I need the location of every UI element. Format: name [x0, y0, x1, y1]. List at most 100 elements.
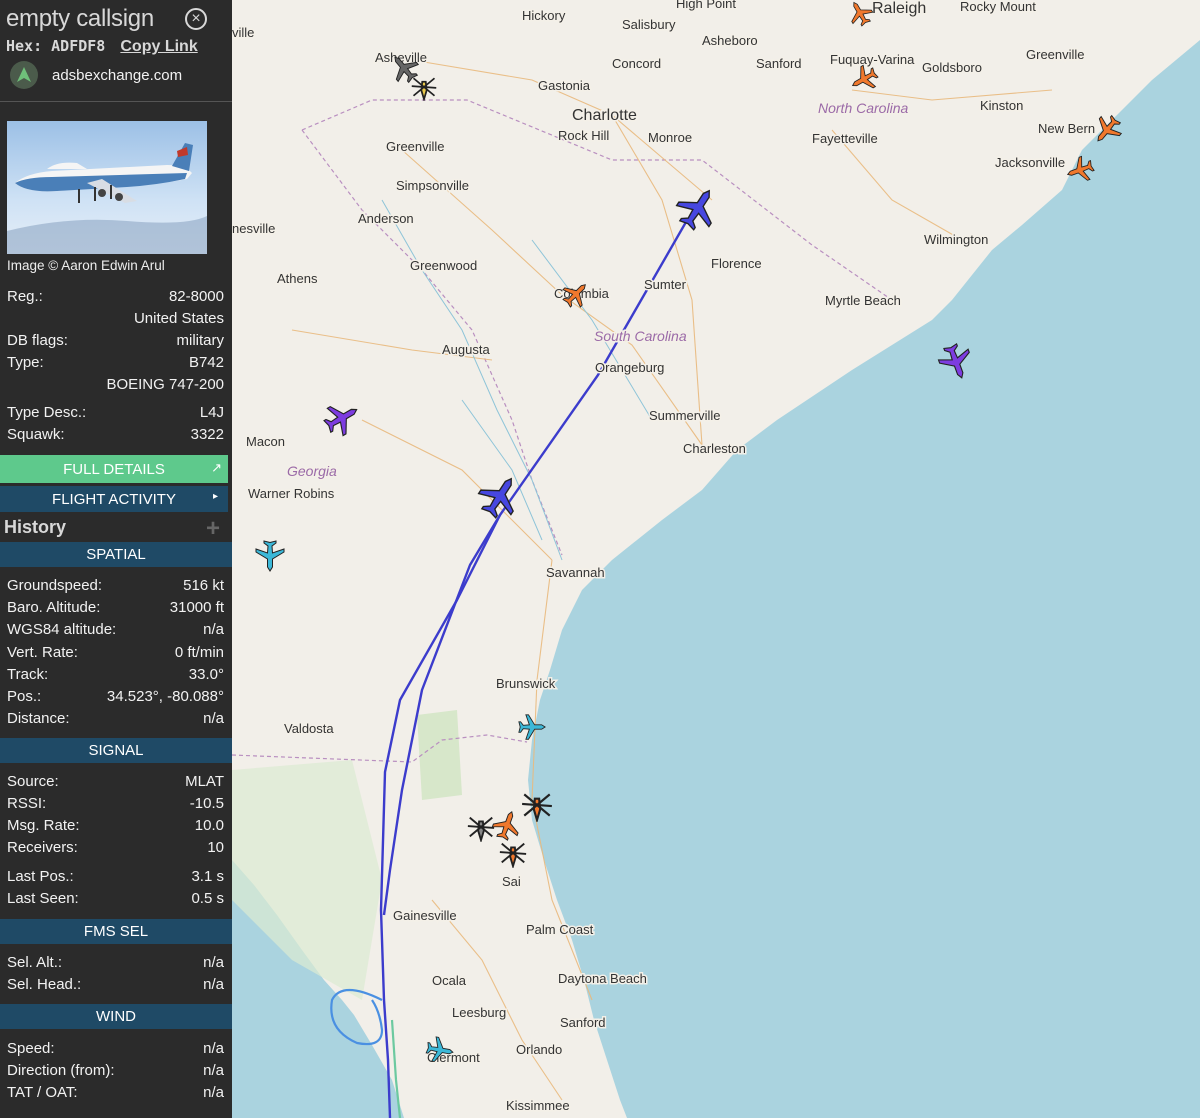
- city-myrtle-beach: Myrtle Beach: [825, 293, 901, 308]
- details-value: L4J: [199, 404, 224, 421]
- signal-value: 10: [207, 839, 224, 856]
- city-greenwood: Greenwood: [410, 258, 477, 273]
- wind-row: TAT / OAT: n/a: [7, 1084, 224, 1104]
- aircraft-photo[interactable]: [7, 121, 207, 254]
- signal-value: 10.0: [194, 817, 224, 834]
- city-fayetteville: Fayetteville: [812, 131, 878, 146]
- spatial-value: n/a: [203, 621, 224, 639]
- external-link-icon: ↗: [211, 460, 222, 475]
- close-button[interactable]: ×: [185, 8, 207, 30]
- hex-value: ADFDF8: [51, 37, 106, 55]
- city-gastonia: Gastonia: [538, 78, 591, 93]
- details-value: military: [176, 332, 225, 349]
- full-details-button[interactable]: FULL DETAILS ↗: [0, 455, 228, 483]
- aircraft-info-sidebar: empty callsign × Hex: ADFDF8 Copy Link a…: [0, 0, 232, 1118]
- city-greenville-sc: Greenville: [386, 139, 445, 154]
- state-georgia: Georgia: [287, 463, 337, 479]
- city-leesburg: Leesburg: [452, 1005, 506, 1020]
- fms-label: Sel. Alt.:: [7, 954, 63, 971]
- city-orlando: Orlando: [516, 1042, 562, 1057]
- map-view[interactable]: Hickory High Point Raleigh Rocky Mount S…: [232, 0, 1200, 1118]
- source-site-label: adsbexchange.com: [52, 66, 183, 84]
- signal-value: 0.5 s: [191, 890, 224, 907]
- details-label: DB flags:: [7, 332, 68, 349]
- photo-credit: Image © Aaron Edwin Arul: [7, 258, 165, 273]
- city-raleigh: Raleigh: [872, 0, 926, 17]
- wind-label: Speed:: [7, 1040, 55, 1057]
- city-sanford-fl: Sanford: [560, 1015, 606, 1030]
- city-ocala: Ocala: [432, 973, 467, 988]
- copy-link-button[interactable]: Copy Link: [120, 38, 197, 55]
- details-label: Reg.:: [7, 288, 43, 305]
- city-asheboro: Asheboro: [702, 33, 758, 48]
- source-link[interactable]: adsbexchange.com: [10, 61, 182, 89]
- spatial-label: Pos.:: [7, 688, 42, 705]
- spatial-value: 33.0°: [188, 665, 224, 683]
- spatial-label: WGS84 altitude:: [7, 621, 117, 639]
- city-partial-west: ville: [232, 25, 254, 40]
- city-charlotte: Charlotte: [572, 107, 637, 124]
- hex-label: Hex:: [6, 37, 43, 55]
- details-row: Type Desc.: L4J: [7, 404, 224, 424]
- fms-row: Sel. Alt.: n/a: [7, 954, 224, 974]
- spatial-label: Groundspeed:: [7, 577, 103, 594]
- city-sanford-nc: Sanford: [756, 56, 802, 71]
- city-charleston: Charleston: [683, 441, 746, 456]
- spatial-row: Baro. Altitude: 31000 ft: [7, 599, 224, 619]
- signal-row: RSSI: -10.5: [7, 795, 224, 815]
- fms-label: Sel. Head.:: [7, 976, 82, 993]
- signal-row: Last Seen: 0.5 s: [7, 890, 224, 910]
- spatial-row: Vert. Rate: 0 ft/min: [7, 644, 224, 664]
- wind-value: n/a: [203, 1062, 224, 1079]
- city-fuquay-varina: Fuquay-Varina: [830, 52, 915, 67]
- wind-section-header: WIND: [0, 1004, 232, 1029]
- details-value: 82-8000: [168, 288, 224, 305]
- city-rocky-mount: Rocky Mount: [960, 0, 1036, 14]
- details-value: 3322: [190, 426, 224, 443]
- signal-value: 3.1 s: [191, 868, 224, 885]
- spatial-value: 31000 ft: [169, 599, 224, 617]
- details-row: BOEING 747-200: [7, 376, 224, 396]
- spatial-value: 34.523°, -80.088°: [106, 688, 224, 705]
- details-label: Type Desc.:: [7, 404, 87, 421]
- details-label: Type:: [7, 354, 44, 371]
- details-row: United States: [7, 310, 224, 330]
- city-kinston: Kinston: [980, 98, 1023, 113]
- city-valdosta: Valdosta: [284, 721, 334, 736]
- spatial-row: Distance: n/a: [7, 710, 224, 730]
- city-palm-coast: Palm Coast: [526, 922, 594, 937]
- history-expand-icon[interactable]: +: [206, 515, 220, 543]
- city-wilmington: Wilmington: [924, 232, 988, 247]
- fms-value: n/a: [203, 954, 224, 971]
- city-jacksonville-nc: Jacksonville: [995, 155, 1065, 170]
- city-monroe: Monroe: [648, 130, 692, 145]
- fms-value: n/a: [203, 976, 224, 993]
- forest-patch: [417, 710, 462, 800]
- city-augusta: Augusta: [442, 342, 490, 357]
- city-greenville-nc: Greenville: [1026, 47, 1085, 62]
- spatial-row: Pos.: 34.523°, -80.088°: [7, 688, 224, 708]
- flight-activity-label: FLIGHT ACTIVITY: [52, 490, 176, 508]
- signal-value: MLAT: [185, 773, 224, 790]
- flight-activity-button[interactable]: FLIGHT ACTIVITY ▸: [0, 486, 228, 512]
- city-gainesville: Gainesville: [393, 908, 457, 923]
- city-hickory: Hickory: [522, 8, 566, 23]
- signal-value: -10.5: [189, 795, 224, 812]
- fms-section-header: FMS SEL: [0, 919, 232, 944]
- signal-label: RSSI:: [7, 795, 47, 812]
- city-daytona-beach: Daytona Beach: [558, 971, 647, 986]
- details-row: Reg.: 82-8000: [7, 288, 224, 308]
- signal-row: Last Pos.: 3.1 s: [7, 868, 224, 888]
- spatial-row: WGS84 altitude: n/a: [7, 621, 224, 641]
- city-macon: Macon: [246, 434, 285, 449]
- signal-section-header: SIGNAL: [0, 738, 232, 763]
- details-row: DB flags: military: [7, 332, 224, 352]
- spatial-row: Track: 33.0°: [7, 666, 224, 686]
- spatial-label: Track:: [7, 665, 49, 683]
- history-heading: History: [4, 517, 67, 537]
- city-savannah: Savannah: [546, 565, 605, 580]
- chevron-right-icon: ▸: [212, 491, 218, 502]
- signal-row: Source: MLAT: [7, 773, 224, 793]
- spatial-label: Vert. Rate:: [7, 643, 78, 661]
- signal-row: Receivers: 10: [7, 839, 224, 859]
